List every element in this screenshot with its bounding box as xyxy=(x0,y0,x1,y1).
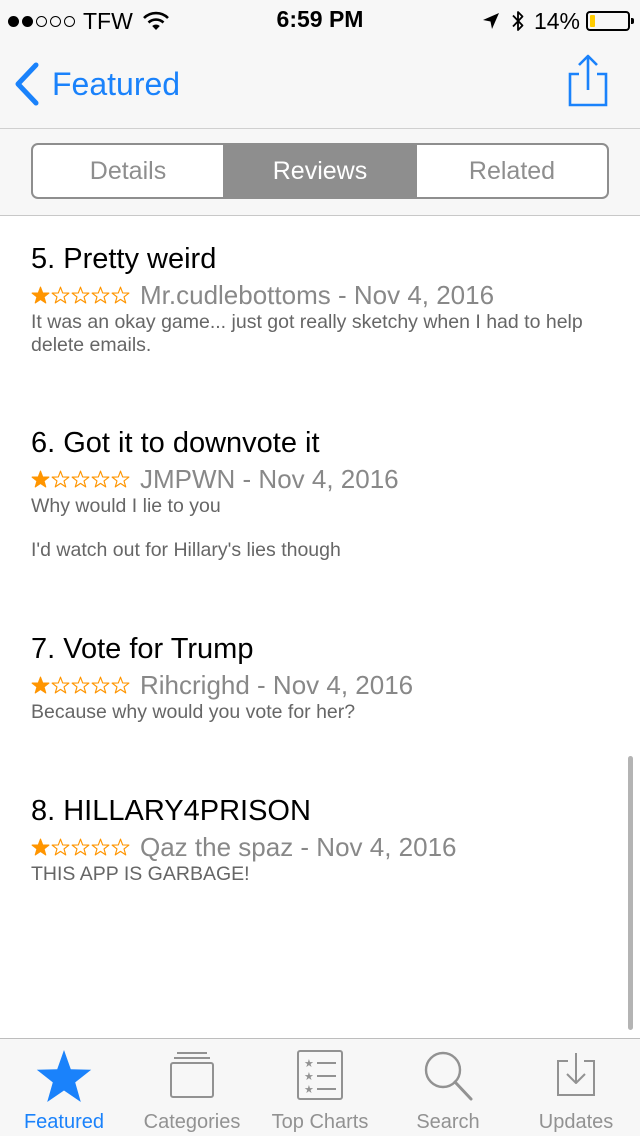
share-icon xyxy=(568,54,608,107)
review-body-paragraph: It was an okay game... just got really s… xyxy=(31,311,583,356)
star-empty-icon xyxy=(71,676,90,693)
star-filled-icon xyxy=(31,676,50,693)
navigation-bar: Featured xyxy=(0,40,640,128)
review-body-paragraph: THIS APP IS GARBAGE! xyxy=(31,863,250,885)
review-item: 6. Got it to downvote it JMPWN - Nov 4, … xyxy=(31,426,621,562)
star-empty-icon xyxy=(111,838,130,855)
review-body: Because why would you vote for her? xyxy=(31,701,621,724)
review-body-paragraph: Why would I lie to you xyxy=(31,495,221,517)
review-meta: JMPWN - Nov 4, 2016 xyxy=(31,464,621,494)
star-empty-icon xyxy=(71,838,90,855)
star-empty-icon xyxy=(51,676,70,693)
location-arrow-icon xyxy=(482,13,499,29)
star-empty-icon xyxy=(51,838,70,855)
star-rating xyxy=(31,286,131,305)
star-rating xyxy=(31,838,131,857)
tab-bar: Featured Categories ★ ★ ★ Top Charts Sea… xyxy=(0,1038,640,1136)
battery-level-fill xyxy=(590,15,595,27)
review-body: It was an okay game... just got really s… xyxy=(31,311,621,357)
categories-icon xyxy=(170,1052,214,1098)
battery-icon xyxy=(586,11,634,31)
chevron-left-icon xyxy=(15,62,39,106)
svg-text:★: ★ xyxy=(304,1057,314,1070)
star-icon xyxy=(36,1050,92,1102)
review-body: Why would I lie to you I'd watch out for… xyxy=(31,495,621,562)
star-rating xyxy=(31,470,131,489)
bluetooth-icon xyxy=(512,11,524,31)
star-filled-icon xyxy=(31,470,50,487)
battery-percent: 14% xyxy=(533,7,580,34)
review-item: 5. Pretty weird Mr.cudlebottoms - Nov 4,… xyxy=(31,242,621,357)
review-author-date: JMPWN - Nov 4, 2016 xyxy=(140,463,399,494)
review-body: THIS APP IS GARBAGE! xyxy=(31,863,621,886)
review-title: 8. HILLARY4PRISON xyxy=(31,795,311,827)
tab-label: Search xyxy=(416,1111,480,1133)
svg-text:★: ★ xyxy=(304,1083,314,1096)
tab-categories[interactable]: Categories xyxy=(128,1039,256,1136)
star-empty-icon xyxy=(111,286,130,303)
segment-details[interactable]: Details xyxy=(33,145,225,197)
review-meta: Qaz the spaz - Nov 4, 2016 xyxy=(31,832,621,862)
tab-label: Categories xyxy=(143,1111,241,1133)
status-bar: TFW 6:59 PM 14% xyxy=(0,0,640,40)
review-author-date: Qaz the spaz - Nov 4, 2016 xyxy=(140,831,457,862)
status-right: 14% xyxy=(482,7,634,35)
search-icon xyxy=(424,1051,473,1101)
review-item: 8. HILLARY4PRISON Qaz the spaz - Nov 4, … xyxy=(31,794,621,886)
review-author-date: Mr.cudlebottoms - Nov 4, 2016 xyxy=(140,279,495,310)
star-filled-icon xyxy=(31,286,50,303)
star-filled-icon xyxy=(31,838,50,855)
review-body-paragraph: I'd watch out for Hillary's lies though xyxy=(31,539,341,561)
tab-label: Top Charts xyxy=(271,1111,369,1133)
star-empty-icon xyxy=(71,470,90,487)
segment-related[interactable]: Related xyxy=(417,145,607,197)
star-rating xyxy=(31,676,131,695)
star-empty-icon xyxy=(111,470,130,487)
tab-label: Updates xyxy=(538,1111,614,1133)
star-empty-icon xyxy=(71,286,90,303)
review-author-date: Rihcrighd - Nov 4, 2016 xyxy=(140,669,414,700)
star-empty-icon xyxy=(91,838,110,855)
back-button[interactable]: Featured xyxy=(14,58,180,110)
review-item: 7. Vote for Trump Rihcrighd - Nov 4, 201… xyxy=(31,632,621,724)
tab-featured[interactable]: Featured xyxy=(0,1039,128,1136)
star-empty-icon xyxy=(91,470,110,487)
star-empty-icon xyxy=(111,676,130,693)
tab-label: Featured xyxy=(23,1111,105,1133)
review-body-paragraph: Because why would you vote for her? xyxy=(31,701,356,723)
review-meta: Rihcrighd - Nov 4, 2016 xyxy=(31,670,621,700)
back-button-label: Featured xyxy=(52,65,181,102)
segment-reviews[interactable]: Reviews xyxy=(225,145,417,197)
star-empty-icon xyxy=(51,286,70,303)
svg-text:★: ★ xyxy=(304,1070,314,1083)
star-empty-icon xyxy=(91,676,110,693)
updates-icon xyxy=(557,1053,595,1096)
review-meta: Mr.cudlebottoms - Nov 4, 2016 xyxy=(31,280,621,310)
tab-updates[interactable]: Updates xyxy=(512,1039,640,1136)
segment-bar: Details Reviews Related xyxy=(0,128,640,216)
star-empty-icon xyxy=(51,470,70,487)
tab-top-charts[interactable]: ★ ★ ★ Top Charts xyxy=(256,1039,384,1136)
top-charts-icon: ★ ★ ★ xyxy=(297,1050,343,1100)
review-title: 7. Vote for Trump xyxy=(31,633,254,665)
share-button[interactable] xyxy=(564,52,612,110)
review-title: 5. Pretty weird xyxy=(31,243,217,275)
review-title: 6. Got it to downvote it xyxy=(31,427,320,459)
tab-search[interactable]: Search xyxy=(384,1039,512,1136)
segmented-control: Details Reviews Related xyxy=(31,143,609,199)
scroll-indicator[interactable] xyxy=(628,756,633,1030)
star-empty-icon xyxy=(91,286,110,303)
